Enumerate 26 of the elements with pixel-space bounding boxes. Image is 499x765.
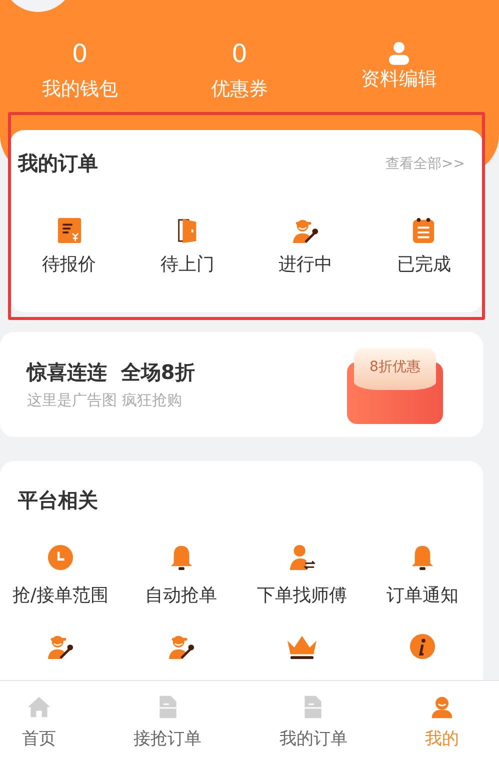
tab[interactable]: 首页: [22, 695, 56, 765]
order-status-label[interactable]: 待上门: [160, 252, 214, 276]
banner-subtitle: 这里是广告图 疯狂抢购: [27, 391, 183, 410]
worker-icon[interactable]: [168, 633, 195, 660]
order-status-label[interactable]: 已完成: [396, 252, 451, 276]
platform-item-label[interactable]: 下单找师傅: [256, 583, 347, 607]
platform-item-label[interactable]: 抢/接单范围: [12, 583, 108, 607]
worker-icon[interactable]: [46, 633, 74, 660]
info-icon[interactable]: [409, 633, 436, 660]
clock-icon[interactable]: [46, 544, 74, 571]
tab[interactable]: 接抢订单: [134, 695, 202, 765]
bill-icon[interactable]: [56, 217, 83, 244]
banner-title: 惊喜连连 全场8折: [27, 359, 195, 386]
platform-item-label[interactable]: 自动抢单: [145, 583, 218, 607]
order-status-label[interactable]: 待报价: [42, 252, 96, 276]
home-icon: [27, 695, 51, 719]
section-title: 平台相关: [17, 487, 99, 514]
section-title: 我的订单: [18, 150, 98, 177]
tab[interactable]: 我的订单: [279, 695, 348, 765]
platform-item-label[interactable]: 订单通知: [386, 583, 459, 607]
worker-icon[interactable]: [292, 217, 320, 244]
person-icon: [430, 695, 454, 719]
banner-card[interactable]: 惊喜连连 全场8折 这里是广告图 疯狂抢购 8折优惠: [0, 332, 483, 437]
discount-badge: 8折优惠: [354, 348, 436, 390]
order-status-label[interactable]: 进行中: [278, 252, 333, 276]
person-swap-icon[interactable]: [288, 544, 316, 571]
